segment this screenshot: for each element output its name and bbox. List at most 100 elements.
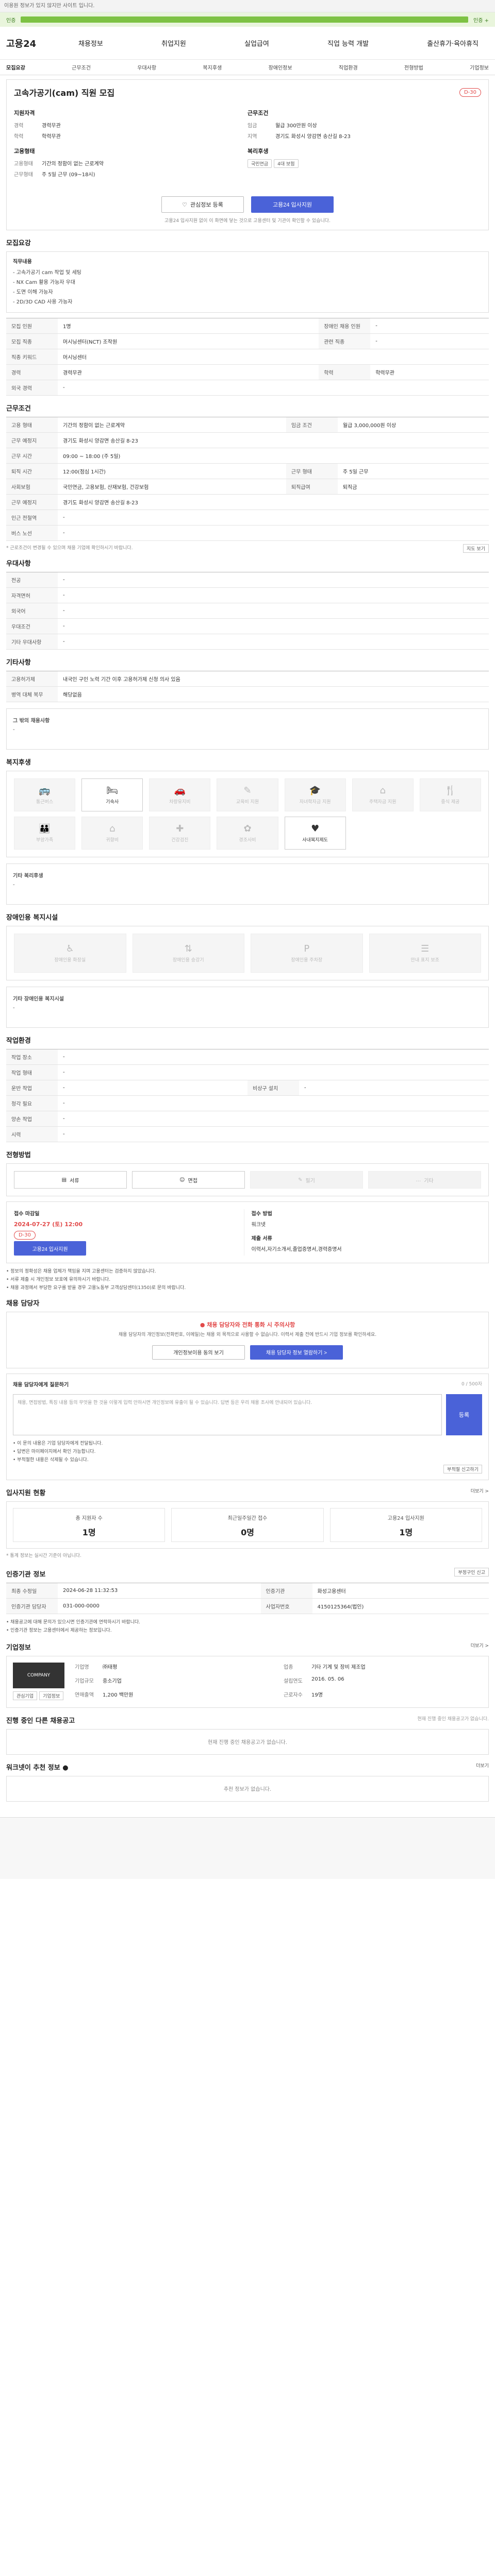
company-key: 기업명: [75, 1664, 89, 1670]
section-tab[interactable]: 전형방법: [404, 63, 423, 71]
recommend-empty: 추천 정보가 없습니다.: [6, 1775, 489, 1802]
ask-textarea[interactable]: 채용, 면접방법, 특징 내용 등의 무엇을 한 것을 이렇게 입력 안하시면 …: [13, 1394, 442, 1435]
section-tab[interactable]: 근무조건: [72, 63, 91, 71]
condition-title: 근무조건: [6, 405, 31, 413]
company-value: 2016. 05. 06: [311, 1676, 344, 1682]
section-tab[interactable]: 모집요강: [6, 63, 25, 71]
feature-label: 귀향비: [106, 838, 119, 843]
gnb-item[interactable]: 취업지원: [161, 38, 186, 48]
logo[interactable]: 고용24: [6, 37, 68, 50]
recruit-title: 모집요강: [6, 240, 31, 247]
ask-notes: • 이 문의 내용은 기업 담당자에게 전달됩니다. • 답변은 마이페이지에서 …: [13, 1439, 482, 1463]
employment-type-heading: 고용형태: [14, 148, 35, 155]
row-label: 작업 형태: [6, 1064, 58, 1080]
table-row: 사회보험 국민연금, 고용보험, 산재보험, 건강보험 퇴직급여 퇴직금: [6, 479, 489, 495]
summary-value: 경기도 화성시 양감면 송산길 8-23: [275, 134, 351, 140]
selection-tab-label: 필기: [305, 1178, 315, 1184]
welfare-icon: ♥: [311, 823, 320, 834]
row-value: 학력무관: [370, 364, 489, 380]
section-tab[interactable]: 복지후생: [203, 63, 222, 71]
gnb-item[interactable]: 실업급여: [244, 38, 269, 48]
fraud-report-button[interactable]: 부정구인 신고: [454, 1567, 489, 1577]
row-label: 작업 장소: [6, 1049, 58, 1065]
row-label: 병역 대체 복무: [6, 686, 58, 702]
save-interest-button[interactable]: ♡ 관심정보 등록: [161, 196, 244, 213]
etc-icon: …: [416, 1177, 421, 1183]
disability-box: 기타 장애인용 복지시설 -: [6, 987, 489, 1028]
gnb-menu: 채용정보 취업지원 실업급여 직업 능력 개발 출산휴가·육아휴직: [68, 38, 489, 48]
summary-value: 기간의 정함이 없는 근로계약: [42, 161, 104, 167]
summary-row: 고용형태 기간의 정함이 없는 근로계약: [14, 159, 248, 167]
privacy-consent-button[interactable]: 개인정보이용 동의 보기: [152, 1345, 245, 1360]
qualification-heading: 지원자격: [14, 110, 35, 116]
table-row: 인근 전철역 -: [6, 510, 489, 526]
map-button[interactable]: 지도 보기: [463, 544, 489, 553]
row-label: 기타 우대사항: [6, 634, 58, 650]
contact-title: 채용 담당자: [6, 1300, 40, 1308]
row-value: -: [58, 525, 489, 541]
method-value: 워크넷: [251, 1222, 266, 1228]
feature-item: ⌂ 주택자금 지원: [352, 778, 414, 811]
recommend-more[interactable]: 더보기: [476, 1762, 489, 1769]
table-row: 근무 예정지 경기도 화성시 양감면 송산길 8-23: [6, 494, 489, 510]
registry-notes: • 채용공고에 대해 문의가 있으시면 인증기관에 연락하시기 바랍니다. • 인…: [6, 1618, 489, 1633]
apply-button[interactable]: 고용24 입사지원: [251, 196, 334, 213]
row-value: 머시닝센터(NCT) 조작원: [58, 333, 319, 349]
section-tab[interactable]: 기업정보: [470, 63, 489, 71]
selection-tab: ☺ 면접: [132, 1171, 245, 1189]
table-row: 외국어 -: [6, 603, 489, 619]
feature-item: 🚌 통근버스: [14, 778, 76, 811]
feature-item: 🎓 자녀학자금 지원: [284, 778, 346, 811]
other-box: 그 밖의 채용사항 -: [6, 708, 489, 750]
row-label: 사회보험: [6, 479, 58, 495]
progress-right[interactable]: 인증 +: [473, 16, 489, 24]
company-more[interactable]: 더보기 >: [471, 1642, 489, 1649]
gnb-item[interactable]: 채용정보: [78, 38, 103, 48]
summary-value: 학력무관: [42, 134, 61, 140]
company-field: 기업명 ㈜태평: [75, 1663, 273, 1670]
section-tab[interactable]: 장애인정보: [269, 63, 292, 71]
gnb-item[interactable]: 출산휴가·육아휴직: [427, 38, 478, 48]
ask-title: 채용 담당자에게 질문하기: [13, 1382, 69, 1388]
registry-title: 인증기관 정보: [6, 1570, 46, 1579]
feature-label: 자녀학자금 지원: [299, 800, 331, 805]
view-contact-button[interactable]: 채용 담당자 정보 열람하기 >: [250, 1345, 343, 1360]
row-label: 직종 키워드: [6, 349, 58, 365]
table-row: 인증기관 담당자 031-000-0000 사업자번호 4150125364(법인): [6, 1598, 489, 1614]
section-tabs: 모집요강 근무조건 우대사항 복지후생 장애인정보 직업환경 전형방법 기업정보: [0, 60, 495, 75]
row-label: 양손 작업: [6, 1111, 58, 1127]
row-value: -: [58, 1080, 248, 1096]
feature-item: P 장애인용 주차장: [251, 934, 363, 973]
env-table: 작업 장소 - 작업 형태 - 운반 작업 - 비상구 설치 - 청각 필요 - 양손 작업 - 시력 -: [6, 1049, 489, 1142]
company-interest-button[interactable]: 관심기업: [13, 1691, 38, 1700]
section-tab[interactable]: 우대사항: [137, 63, 156, 71]
gnb-item[interactable]: 직업 능력 개발: [327, 38, 369, 48]
row-label: 근무 예정지: [6, 432, 58, 448]
company-key: 연매출액: [75, 1692, 94, 1698]
page-title: 고속가공기(cam) 직원 모집: [14, 88, 115, 98]
row-label: 고용허가제: [6, 671, 58, 687]
progress-fill: [21, 16, 469, 23]
ask-submit-button[interactable]: 등록: [446, 1394, 482, 1435]
section-tab[interactable]: 직업환경: [339, 63, 358, 71]
interview-icon: ☺: [179, 1177, 185, 1183]
contact-warning: ● 채용 담당자와 전화 통화 시 주의사항 채용 담당자의 개인정보(전화번호…: [6, 1312, 489, 1368]
footer: [0, 1817, 495, 1879]
condition-heading: 근무조건: [248, 110, 269, 116]
duty-list: - 고속가공기 cam 작업 및 세팅 - NX Cam 활용 가능자 우대 - 도…: [13, 268, 482, 305]
selection-tab: ▤ 서류: [14, 1171, 127, 1189]
duty-heading: 직무내용: [13, 259, 32, 265]
toilet-icon: ♿: [65, 943, 74, 954]
row-label: 퇴직 시간: [6, 463, 58, 479]
row-label: 관련 직종: [319, 333, 371, 349]
row-value: 월급 3,000,000원 이상: [337, 417, 489, 433]
row-label: 근무 형태: [286, 463, 338, 479]
report-button[interactable]: 부적절 신고하기: [443, 1464, 482, 1473]
company-info-button[interactable]: 기업정보: [39, 1691, 64, 1700]
docs-heading: 제출 서류: [251, 1236, 272, 1242]
row-value: 경기도 화성시 양감면 송산길 8-23: [58, 494, 489, 510]
stats-more[interactable]: 더보기 >: [471, 1487, 489, 1494]
row-value: 09:00 ~ 18:00 (주 5일): [58, 448, 489, 464]
document-icon: ▤: [61, 1177, 67, 1183]
apply-button-2[interactable]: 고용24 입사지원: [14, 1241, 86, 1256]
